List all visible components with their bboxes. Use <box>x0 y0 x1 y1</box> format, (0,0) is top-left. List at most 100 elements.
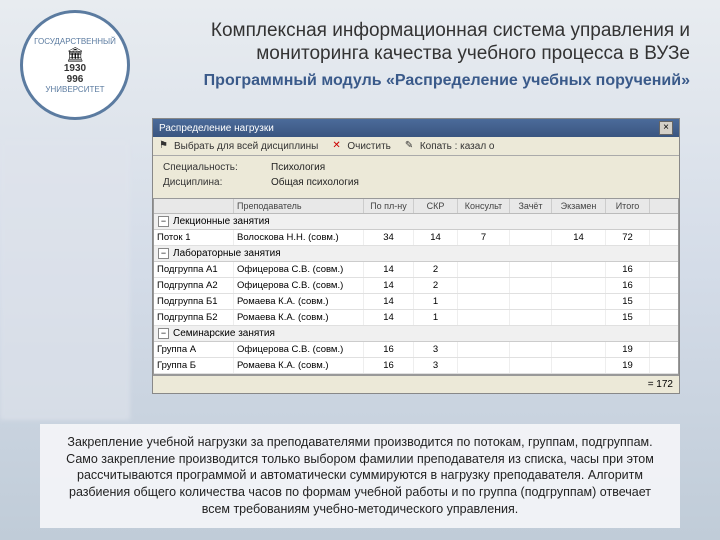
form-area: Специальность: Психология Дисциплина: Об… <box>153 156 679 198</box>
cell: 15 <box>606 294 650 309</box>
cell: 16 <box>364 342 414 357</box>
disc-label: Дисциплина: <box>163 177 263 188</box>
cell: 16 <box>364 358 414 373</box>
page-title: Комплексная информационная система управ… <box>150 20 690 66</box>
cell <box>458 278 510 293</box>
cell <box>458 358 510 373</box>
cell <box>458 342 510 357</box>
cell: 14 <box>552 230 606 245</box>
cell: 3 <box>414 342 458 357</box>
flag-icon: ⚑ <box>159 140 171 152</box>
app-window: Распределение нагрузки × ⚑ Выбрать для в… <box>152 118 680 394</box>
table-row[interactable]: Подгруппа Б1Ромаева К.А. (совм.)141 15 <box>154 294 678 310</box>
data-grid: Преподаватель По пл-ну СКР Консульт Зачё… <box>153 198 679 375</box>
section-row[interactable]: −Лабораторные занятия <box>154 246 678 262</box>
cell <box>458 310 510 325</box>
cell: 1 <box>414 310 458 325</box>
seal-year1: 1930 <box>64 63 86 74</box>
table-row[interactable]: Подгруппа А1Офицерова С.В. (совм.)142 16 <box>154 262 678 278</box>
clear-button[interactable]: ✕ Очистить <box>332 140 391 152</box>
collapse-icon[interactable]: − <box>158 216 169 227</box>
window-title: Распределение нагрузки <box>159 123 274 134</box>
cell: 2 <box>414 278 458 293</box>
cell: 14 <box>364 294 414 309</box>
grid-header: Преподаватель По пл-ну СКР Консульт Зачё… <box>154 199 678 214</box>
cell <box>510 294 552 309</box>
section-row[interactable]: −Лекционные занятия <box>154 214 678 230</box>
cell <box>552 358 606 373</box>
seal-bottom: УНИВЕРСИТЕТ <box>45 85 104 94</box>
cell: 14 <box>414 230 458 245</box>
collapse-icon[interactable]: − <box>158 248 169 259</box>
col-teacher[interactable]: Преподаватель <box>234 199 364 213</box>
section-label: Лекционные занятия <box>173 216 270 227</box>
cell[interactable]: Волоскова Н.Н. (совм.) <box>234 230 364 245</box>
cell[interactable]: Ромаева К.А. (совм.) <box>234 294 364 309</box>
cell <box>552 262 606 277</box>
cell: 1 <box>414 294 458 309</box>
seal-arc: ГОСУДАРСТВЕННЫЙ <box>34 37 116 46</box>
col-skr[interactable]: СКР <box>414 199 458 213</box>
cell: 2 <box>414 262 458 277</box>
clear-label: Очистить <box>347 141 391 152</box>
cell: Группа Б <box>154 358 234 373</box>
cell: Подгруппа Б1 <box>154 294 234 309</box>
description-text: Закрепление учебной нагрузки за преподав… <box>40 424 680 528</box>
col-exam[interactable]: Экзамен <box>552 199 606 213</box>
col-group[interactable] <box>154 199 234 213</box>
cell[interactable]: Офицерова С.В. (совм.) <box>234 342 364 357</box>
cell: 16 <box>606 262 650 277</box>
table-row[interactable]: Подгруппа Б2Ромаева К.А. (совм.)141 15 <box>154 310 678 326</box>
cell: Подгруппа А1 <box>154 262 234 277</box>
cell: 19 <box>606 342 650 357</box>
cell: 14 <box>364 262 414 277</box>
cell <box>458 262 510 277</box>
university-seal: ГОСУДАРСТВЕННЫЙ 🏛 1930 996 УНИВЕРСИТЕТ <box>20 10 130 120</box>
col-credit[interactable]: Зачёт <box>510 199 552 213</box>
cell: Поток 1 <box>154 230 234 245</box>
table-row[interactable]: Поток 1Волоскова Н.Н. (совм.)341471472 <box>154 230 678 246</box>
col-total[interactable]: Итого <box>606 199 650 213</box>
wand-icon: ✎ <box>405 140 417 152</box>
auto-button[interactable]: ✎ Копать : казал о <box>405 140 495 152</box>
spec-label: Специальность: <box>163 162 263 173</box>
disc-value: Общая психология <box>271 177 359 188</box>
cell: Группа А <box>154 342 234 357</box>
cell <box>552 294 606 309</box>
table-row[interactable]: Группа БРомаева К.А. (совм.)163 19 <box>154 358 678 374</box>
close-icon[interactable]: × <box>659 121 673 135</box>
section-row[interactable]: −Семинарские занятия <box>154 326 678 342</box>
cell: 72 <box>606 230 650 245</box>
spec-value: Психология <box>271 162 325 173</box>
cell <box>510 278 552 293</box>
collapse-icon[interactable]: − <box>158 328 169 339</box>
cell <box>510 310 552 325</box>
cell[interactable]: Офицерова С.В. (совм.) <box>234 262 364 277</box>
col-plan[interactable]: По пл-ну <box>364 199 414 213</box>
page-subtitle: Программный модуль «Распределение учебны… <box>150 72 690 90</box>
cell: Подгруппа Б2 <box>154 310 234 325</box>
grid-total: = 172 <box>153 375 679 393</box>
cell[interactable]: Ромаева К.А. (совм.) <box>234 358 364 373</box>
cell: 15 <box>606 310 650 325</box>
table-row[interactable]: Группа АОфицерова С.В. (совм.)163 19 <box>154 342 678 358</box>
col-consult[interactable]: Консульт <box>458 199 510 213</box>
cell: 3 <box>414 358 458 373</box>
cell <box>510 358 552 373</box>
cell <box>552 342 606 357</box>
cell <box>458 294 510 309</box>
table-row[interactable]: Подгруппа А2Офицерова С.В. (совм.)14216 <box>154 278 678 294</box>
cell: 19 <box>606 358 650 373</box>
window-titlebar[interactable]: Распределение нагрузки × <box>153 119 679 137</box>
background-blur <box>0 140 130 420</box>
cell: 7 <box>458 230 510 245</box>
select-all-button[interactable]: ⚑ Выбрать для всей дисциплины <box>159 140 318 152</box>
cell: 16 <box>606 278 650 293</box>
clear-icon: ✕ <box>332 140 344 152</box>
cell[interactable]: Ромаева К.А. (совм.) <box>234 310 364 325</box>
page-title-block: Комплексная информационная система управ… <box>150 20 690 66</box>
cell[interactable]: Офицерова С.В. (совм.) <box>234 278 364 293</box>
toolbar: ⚑ Выбрать для всей дисциплины ✕ Очистить… <box>153 137 679 156</box>
cell <box>510 230 552 245</box>
cell: 14 <box>364 310 414 325</box>
